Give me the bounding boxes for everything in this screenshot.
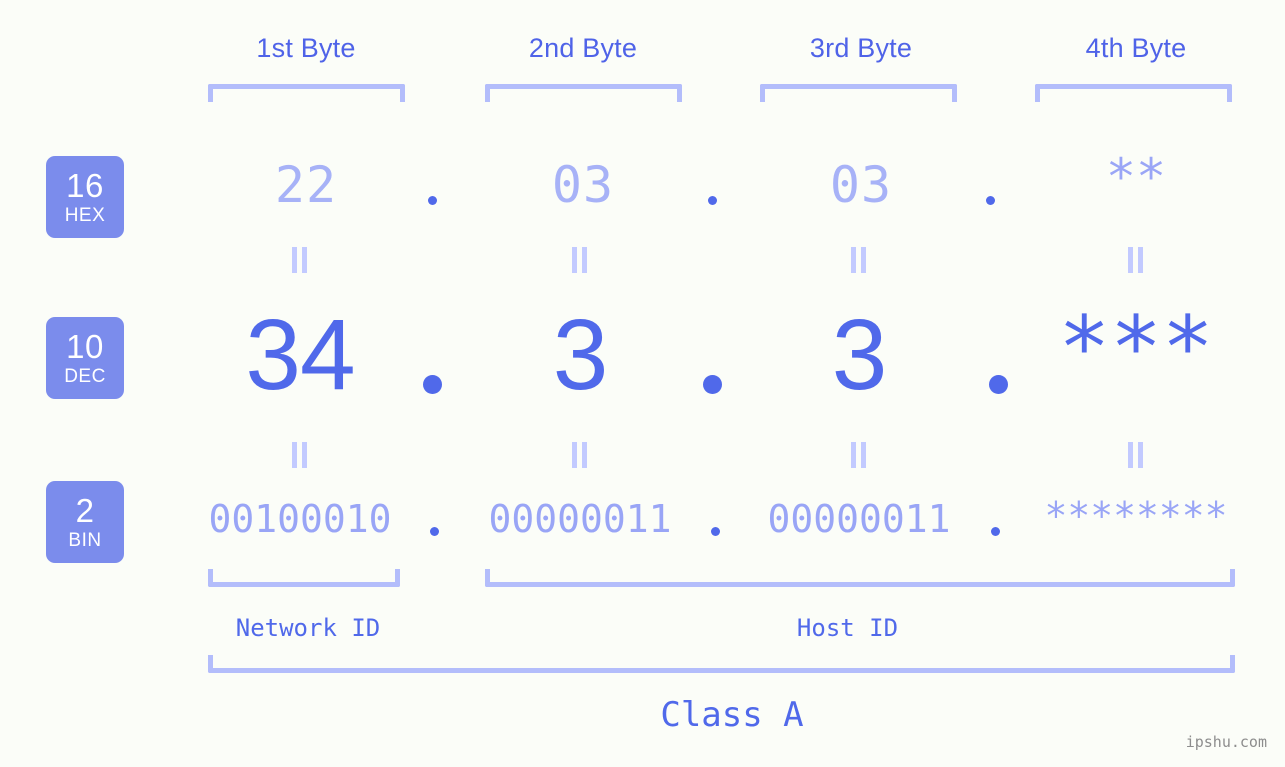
dec-separator-2	[703, 375, 722, 394]
bin-byte-1: 00100010	[208, 497, 392, 541]
network-id-label: Network ID	[235, 614, 381, 642]
ip-address-breakdown-diagram: 1st Byte 2nd Byte 3rd Byte 4th Byte 16 H…	[0, 0, 1285, 767]
base-badge-bin-name: BIN	[68, 530, 102, 551]
base-badge-hex-name: HEX	[64, 205, 106, 226]
equals-mark-dec-bin-2	[572, 442, 588, 468]
hex-separator-1	[428, 196, 437, 205]
base-badge-bin: 2 BIN	[46, 481, 124, 563]
byte-bracket-4	[1035, 84, 1232, 102]
dec-byte-3: 3	[831, 299, 888, 411]
equals-mark-hex-dec-2	[572, 247, 588, 273]
equals-mark-dec-bin-1	[292, 442, 308, 468]
bin-separator-3	[991, 527, 1000, 536]
equals-mark-dec-bin-3	[851, 442, 867, 468]
bin-byte-2: 00000011	[488, 497, 672, 541]
base-badge-dec-name: DEC	[64, 366, 106, 387]
site-watermark: ipshu.com	[1185, 733, 1267, 751]
hex-separator-3	[986, 196, 995, 205]
equals-mark-dec-bin-4	[1128, 442, 1144, 468]
host-id-label: Host ID	[796, 614, 899, 642]
byte-bracket-1	[208, 84, 405, 102]
byte-bracket-3	[760, 84, 957, 102]
byte-header-3: 3rd Byte	[809, 33, 913, 63]
equals-mark-hex-dec-3	[851, 247, 867, 273]
byte-header-1: 1st Byte	[256, 33, 356, 63]
equals-mark-hex-dec-1	[292, 247, 308, 273]
base-badge-hex: 16 HEX	[46, 156, 124, 238]
equals-mark-hex-dec-4	[1128, 247, 1144, 273]
class-label: Class A	[660, 695, 804, 735]
host-id-bracket	[485, 569, 1235, 587]
byte-bracket-2	[485, 84, 682, 102]
base-badge-bin-number: 2	[75, 492, 95, 529]
byte-header-2: 2nd Byte	[528, 33, 638, 63]
bin-separator-2	[711, 527, 720, 536]
byte-header-4: 4th Byte	[1085, 33, 1187, 63]
base-badge-dec-number: 10	[66, 328, 104, 365]
hex-byte-4: **	[1105, 148, 1167, 206]
network-id-bracket	[208, 569, 400, 587]
dec-byte-2: 3	[552, 299, 609, 411]
dec-byte-4: ***	[1058, 298, 1214, 398]
dec-byte-1: 34	[245, 299, 355, 411]
hex-byte-1: 22	[274, 156, 338, 214]
class-bracket	[208, 655, 1235, 673]
base-badge-hex-number: 16	[66, 167, 104, 204]
bin-byte-3: 00000011	[767, 497, 951, 541]
dec-separator-1	[423, 375, 442, 394]
hex-byte-2: 03	[551, 156, 615, 214]
bin-separator-1	[430, 527, 439, 536]
hex-separator-2	[708, 196, 717, 205]
base-badge-dec: 10 DEC	[46, 317, 124, 399]
hex-byte-3: 03	[829, 156, 893, 214]
bin-byte-4: ********	[1044, 494, 1228, 538]
